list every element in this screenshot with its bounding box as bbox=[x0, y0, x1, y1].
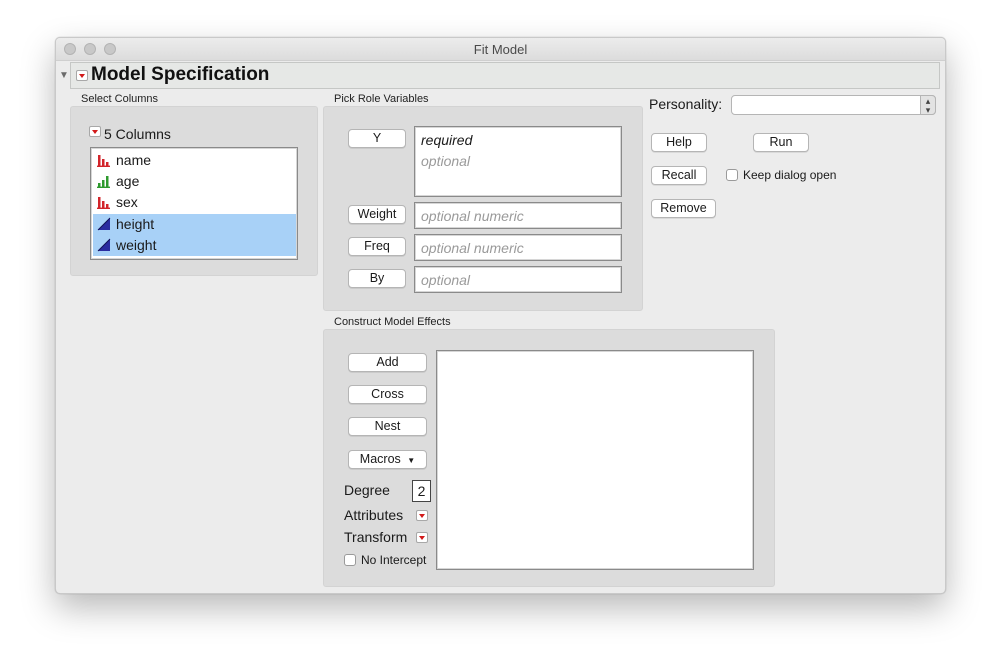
ordinal-bars-icon bbox=[97, 176, 110, 188]
personality-label: Personality: bbox=[649, 96, 723, 112]
weight-role-field[interactable]: optional numeric bbox=[414, 202, 622, 229]
select-columns-label: Select Columns bbox=[81, 93, 159, 105]
freq-role-button[interactable]: Freq bbox=[348, 237, 406, 256]
y-role-list[interactable]: required optional bbox=[414, 126, 622, 197]
list-item-weight[interactable]: weight bbox=[93, 235, 296, 256]
column-label: height bbox=[116, 216, 155, 232]
y-required-hint: required bbox=[421, 132, 473, 148]
keep-dialog-open-checkbox[interactable] bbox=[726, 169, 738, 181]
model-effects-list[interactable] bbox=[436, 350, 754, 570]
freq-placeholder: optional numeric bbox=[421, 240, 524, 256]
column-label: weight bbox=[116, 237, 157, 253]
y-optional-hint: optional bbox=[421, 153, 471, 169]
nominal-bars-icon bbox=[97, 197, 110, 209]
continuous-triangle-icon bbox=[97, 238, 111, 252]
continuous-triangle-icon bbox=[97, 217, 111, 231]
weight-role-button[interactable]: Weight bbox=[348, 205, 406, 224]
page-title: Model Specification bbox=[91, 64, 270, 85]
by-role-field[interactable]: optional bbox=[414, 266, 622, 293]
recall-button[interactable]: Recall bbox=[651, 166, 707, 185]
dropdown-arrow-icon: ▼ bbox=[407, 456, 416, 465]
cross-button[interactable]: Cross bbox=[348, 385, 427, 404]
red-triangle-menu-icon[interactable] bbox=[76, 70, 88, 81]
nominal-bars-icon bbox=[97, 155, 110, 167]
nest-button[interactable]: Nest bbox=[348, 417, 427, 436]
by-role-button[interactable]: By bbox=[348, 269, 406, 288]
list-item-age[interactable]: age bbox=[93, 171, 296, 192]
attributes-red-triangle-icon[interactable] bbox=[416, 510, 428, 521]
title-bar: Fit Model bbox=[56, 38, 945, 61]
run-button[interactable]: Run bbox=[753, 133, 809, 152]
y-role-button[interactable]: Y bbox=[348, 129, 406, 148]
no-intercept-checkbox[interactable] bbox=[344, 554, 356, 566]
columns-red-triangle-icon[interactable] bbox=[89, 126, 101, 137]
personality-select[interactable]: ▴ ▾ bbox=[731, 95, 936, 115]
degree-input[interactable]: 2 bbox=[412, 480, 431, 502]
column-label: age bbox=[116, 173, 140, 189]
degree-label: Degree bbox=[344, 482, 390, 498]
list-item-sex[interactable]: sex bbox=[93, 192, 296, 213]
attributes-label: Attributes bbox=[344, 507, 404, 523]
columns-list[interactable]: name age sex height weight bbox=[90, 147, 298, 260]
fit-model-window: Fit Model ▼ Model Specification Select C… bbox=[55, 37, 946, 594]
keep-dialog-open-label: Keep dialog open bbox=[743, 168, 837, 182]
freq-role-field[interactable]: optional numeric bbox=[414, 234, 622, 261]
list-item-height[interactable]: height bbox=[93, 214, 296, 235]
list-item-name[interactable]: name bbox=[93, 150, 296, 171]
transform-label: Transform bbox=[344, 529, 408, 545]
macros-label: Macros bbox=[359, 452, 401, 466]
add-button[interactable]: Add bbox=[348, 353, 427, 372]
help-button[interactable]: Help bbox=[651, 133, 707, 152]
weight-placeholder: optional numeric bbox=[421, 208, 524, 224]
transform-red-triangle-icon[interactable] bbox=[416, 532, 428, 543]
disclosure-triangle-icon[interactable]: ▼ bbox=[59, 70, 69, 81]
column-label: name bbox=[116, 152, 152, 168]
construct-model-effects-label: Construct Model Effects bbox=[334, 316, 451, 328]
pick-role-variables-label: Pick Role Variables bbox=[334, 93, 429, 105]
remove-button[interactable]: Remove bbox=[651, 199, 716, 218]
column-label: sex bbox=[116, 194, 138, 210]
no-intercept-label: No Intercept bbox=[361, 553, 427, 567]
macros-button[interactable]: Macros ▼ bbox=[348, 450, 427, 469]
updown-chevron-icon: ▴ ▾ bbox=[920, 95, 936, 115]
columns-count-label: 5 Columns bbox=[104, 126, 171, 142]
window-title: Fit Model bbox=[473, 42, 528, 57]
by-placeholder: optional bbox=[421, 272, 471, 288]
